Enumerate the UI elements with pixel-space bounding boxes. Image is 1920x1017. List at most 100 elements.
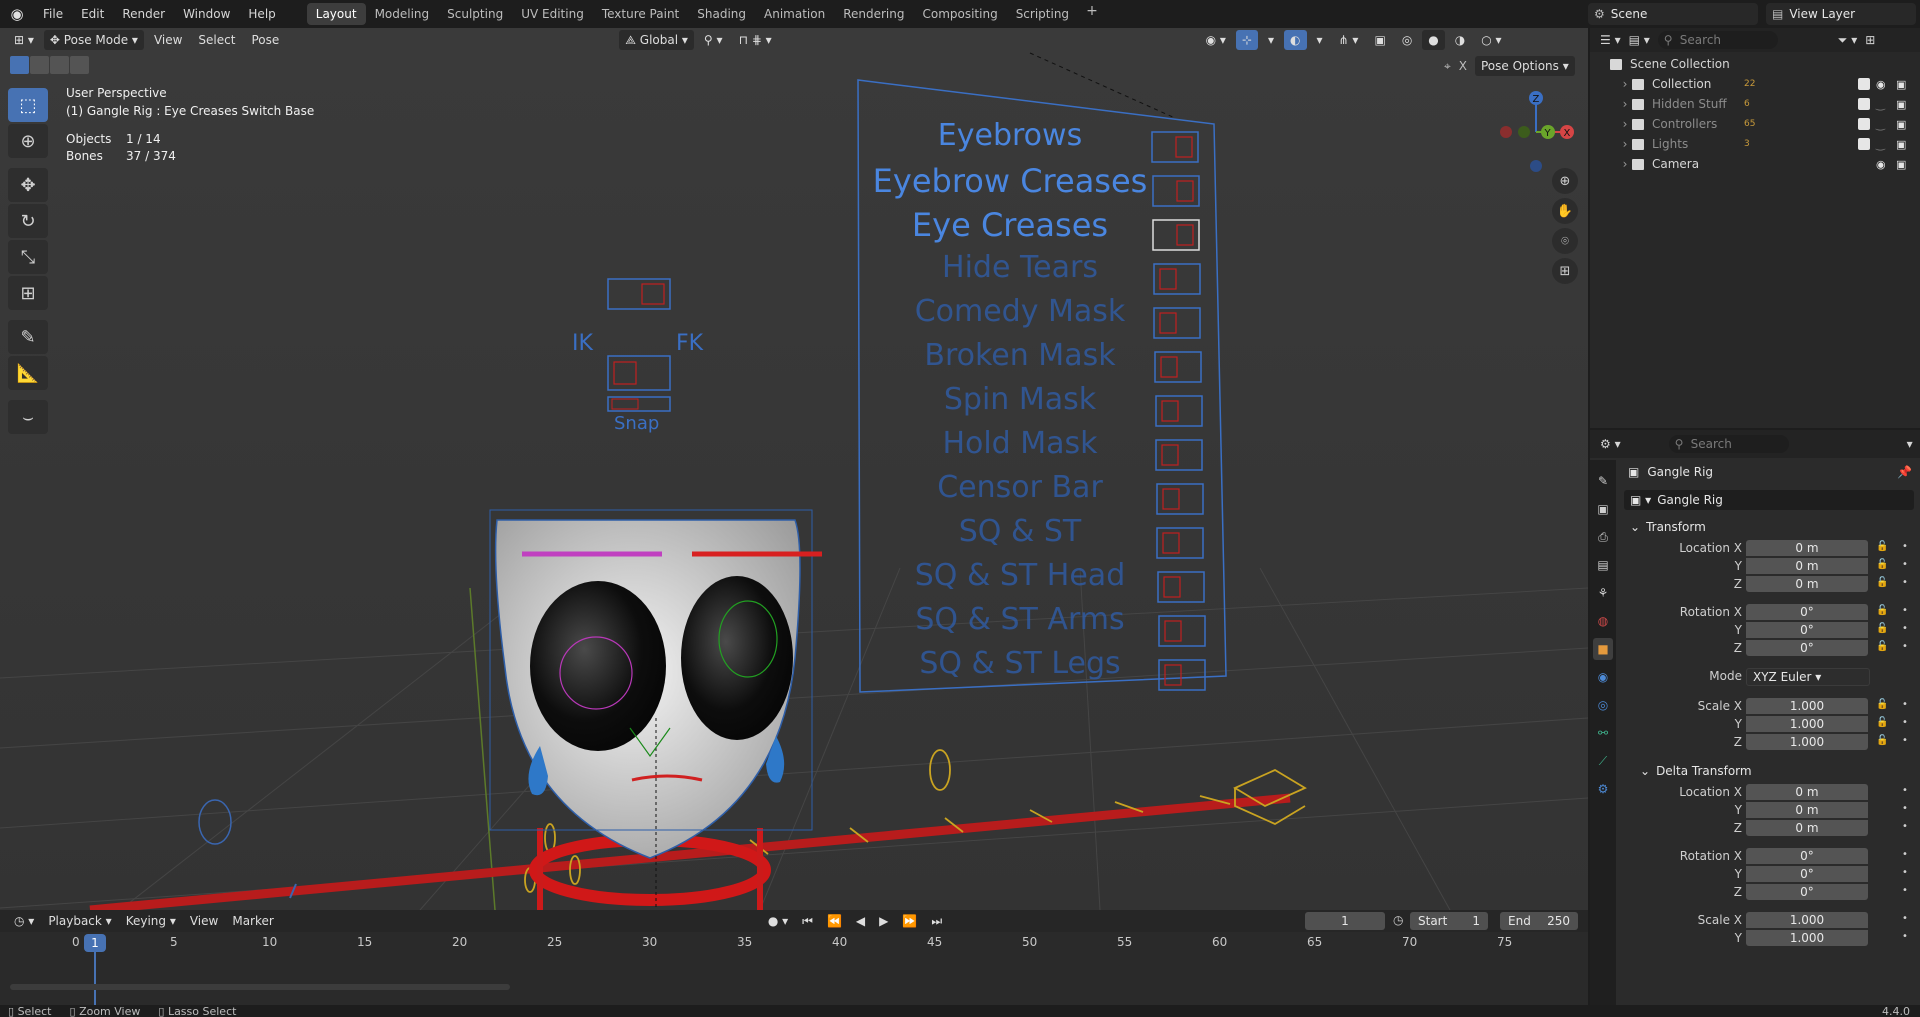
view-layer-tab-icon[interactable]: ▤ [1593,554,1613,576]
number-field[interactable]: 0° [1746,866,1868,882]
delta-transform-panel-header[interactable]: ⌄ Delta Transform [1620,760,1918,782]
physics-tab-icon[interactable]: ◎ [1593,694,1613,716]
keyframe-dot-icon[interactable]: • [1902,785,1908,796]
number-field[interactable]: 1.000 [1746,930,1868,946]
outliner-item[interactable]: › Controllers 65 ‿ ▣ [1590,114,1920,134]
outliner-item[interactable]: › Collection 22 ◉ ▣ [1590,74,1920,94]
cursor-tool-icon[interactable]: ⊕ [8,124,48,158]
number-field[interactable]: 0 m [1746,558,1868,574]
menu-view[interactable]: View [148,30,188,50]
expand-arrow-icon[interactable]: › [1618,97,1632,111]
start-frame-field[interactable]: Start 1 [1410,912,1488,930]
number-field[interactable]: 0 m [1746,802,1868,818]
marker-menu[interactable]: Marker [226,911,279,931]
rendered-shading-icon[interactable]: ○ ▾ [1475,30,1507,50]
lock-icon[interactable]: 🔓 [1876,641,1888,652]
pose-options-button[interactable]: Pose Options ▾ [1475,56,1575,76]
modifier-tab-icon[interactable]: ◉ [1593,666,1613,688]
jump-start-icon[interactable]: ⏮ [796,911,819,931]
properties-editor-type-icon[interactable]: ⚙ ▾ [1600,437,1621,451]
constraint-tab-icon[interactable]: ⚯ [1593,722,1613,744]
tab-layout[interactable]: Layout [306,3,366,25]
tab-scripting[interactable]: Scripting [1007,3,1078,25]
outliner-item[interactable]: › Lights 3 ‿ ▣ [1590,134,1920,154]
x-mirror-toggle[interactable]: X [1459,59,1467,73]
rotation-mode-select[interactable]: XYZ Euler ▾ [1746,668,1870,686]
select-subtract-icon[interactable] [50,56,69,74]
expand-arrow-icon[interactable]: › [1618,77,1632,91]
number-field[interactable]: 0 m [1746,540,1868,556]
auto-key-record-icon[interactable]: ● ▾ [762,911,794,931]
snap-icon[interactable]: ⊓ ⋕ ▾ [733,30,778,50]
outliner-display-mode-icon[interactable]: ▤ ▾ [1629,33,1650,47]
menu-help[interactable]: Help [239,3,284,25]
transform-tool-icon[interactable]: ⊞ [8,276,48,310]
exclude-checkbox[interactable] [1858,98,1870,110]
eye-hidden-icon[interactable]: ‿ [1876,118,1885,131]
eye-icon[interactable]: ◉ [1876,158,1886,171]
exclude-checkbox[interactable] [1858,118,1870,130]
render-camera-icon[interactable]: ▣ [1896,118,1906,131]
number-field[interactable]: 0° [1746,604,1868,620]
exclude-checkbox[interactable] [1858,138,1870,150]
jump-keyframe-back-icon[interactable]: ⏪ [821,911,848,931]
number-field[interactable]: 1.000 [1746,698,1868,714]
number-field[interactable]: 0 m [1746,820,1868,836]
number-field[interactable]: 1.000 [1746,912,1868,928]
tool-tab-icon[interactable]: ✎ [1593,470,1613,492]
outliner-item[interactable]: › Hidden Stuff 6 ‿ ▣ [1590,94,1920,114]
playback-menu[interactable]: Playback ▾ [42,911,117,931]
number-field[interactable]: 0 m [1746,784,1868,800]
lock-icon[interactable]: 🔓 [1876,577,1888,588]
zoom-icon[interactable]: ⊕ [1552,168,1578,194]
camera-view-icon[interactable]: ⌾ [1552,228,1578,254]
measure-tool-icon[interactable]: 📐 [8,356,48,390]
timeline-editor-type-icon[interactable]: ◷ ▾ [8,911,40,931]
mirror-icon[interactable]: ⌖ [1444,59,1451,74]
rotate-tool-icon[interactable]: ↻ [8,204,48,238]
select-extend-icon[interactable] [30,56,49,74]
keyframe-dot-icon[interactable]: • [1902,913,1908,924]
eye-hidden-icon[interactable]: ‿ [1876,98,1885,111]
timeline-view-menu[interactable]: View [184,911,224,931]
keyframe-dot-icon[interactable]: • [1902,699,1908,710]
lock-icon[interactable]: 🔓 [1876,717,1888,728]
scale-tool-icon[interactable]: ⤡ [8,240,48,274]
lock-icon[interactable]: 🔓 [1876,541,1888,552]
keyframe-dot-icon[interactable]: • [1902,803,1908,814]
number-field[interactable]: 0° [1746,622,1868,638]
play-icon[interactable]: ▶ [873,911,894,931]
lock-icon[interactable]: 🔓 [1876,699,1888,710]
properties-search-input[interactable]: ⚲ Search [1668,435,1789,453]
keyframe-dot-icon[interactable]: • [1902,541,1908,552]
menu-window[interactable]: Window [174,3,239,25]
keyframe-dot-icon[interactable]: • [1902,885,1908,896]
xray-icon[interactable]: ▣ [1368,30,1391,50]
tab-uv-editing[interactable]: UV Editing [512,3,593,25]
tab-sculpting[interactable]: Sculpting [438,3,512,25]
outliner-search-input[interactable]: ⚲ Search [1657,31,1778,49]
menu-pose[interactable]: Pose [245,30,285,50]
lock-icon[interactable]: 🔓 [1876,623,1888,634]
keyframe-dot-icon[interactable]: • [1902,735,1908,746]
render-camera-icon[interactable]: ▣ [1896,98,1906,111]
visibility-icon[interactable]: ◉ ▾ [1200,30,1232,50]
outliner-item[interactable]: › Camera ◉ ▣ [1590,154,1920,174]
expand-arrow-icon[interactable]: › [1618,157,1632,171]
keyframe-dot-icon[interactable]: • [1902,849,1908,860]
frame-ruler[interactable]: 0 5 10 15 20 25 30 35 40 45 50 55 60 65 70 75 [0,934,1588,952]
lock-icon[interactable]: 🔓 [1876,735,1888,746]
tab-rendering[interactable]: Rendering [834,3,913,25]
select-intersect-icon[interactable] [70,56,89,74]
select-new-icon[interactable] [10,56,29,74]
timeline-scrollbar[interactable] [10,984,510,990]
add-workspace-button[interactable]: + [1078,3,1106,25]
wireframe-shading-icon[interactable]: ◎ [1396,30,1418,50]
outliner-root[interactable]: Scene Collection [1590,54,1920,74]
annotate-tool-icon[interactable]: ✎ [8,320,48,354]
render-tab-icon[interactable]: ▣ [1593,498,1613,520]
tab-shading[interactable]: Shading [688,3,755,25]
bone-overlay-icon[interactable]: ⋔ ▾ [1333,30,1365,50]
gizmo-toggle-icon[interactable]: ⊹ [1235,30,1259,50]
number-field[interactable]: 0 m [1746,576,1868,592]
